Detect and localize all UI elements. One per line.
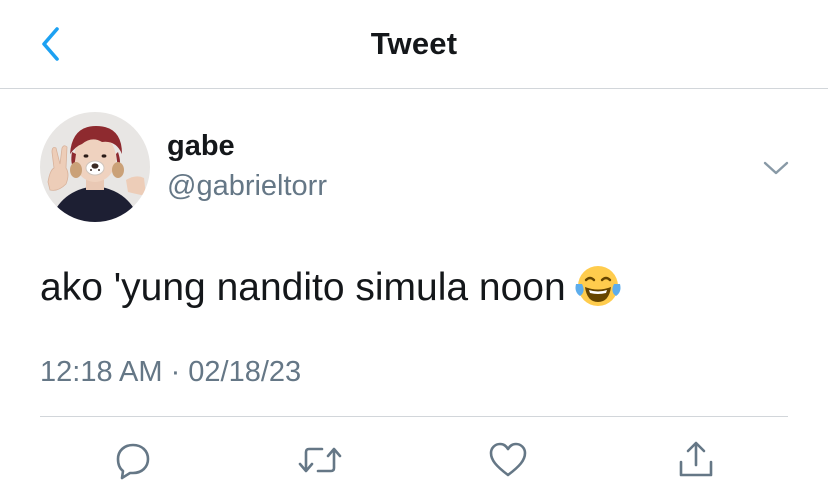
avatar-photo (40, 112, 150, 222)
page-title: Tweet (370, 26, 458, 61)
retweet-icon (298, 447, 342, 473)
comment-icon (116, 443, 150, 480)
share-icon (679, 441, 713, 477)
retweet-button[interactable] (298, 438, 342, 482)
tears-of-joy-emoji-icon (574, 262, 622, 318)
share-button[interactable] (674, 438, 718, 482)
tweet-options-button[interactable] (758, 150, 794, 186)
heart-icon (489, 442, 527, 477)
divider (40, 416, 788, 417)
chevron-down-icon (763, 161, 789, 175)
author-display-name[interactable]: gabe (167, 130, 235, 163)
reply-button[interactable] (111, 438, 155, 482)
tweet-text: ako 'yung nandito simula noon (40, 266, 566, 309)
like-button[interactable] (486, 438, 530, 482)
author-handle[interactable]: @gabrieltorr (167, 170, 327, 203)
tweet-timestamp: 12:18 AM · 02/18/23 (40, 356, 302, 388)
top-bar: Tweet (0, 0, 828, 89)
tweet-body: ako 'yung nandito simula noon (40, 262, 622, 318)
avatar[interactable] (40, 112, 150, 222)
